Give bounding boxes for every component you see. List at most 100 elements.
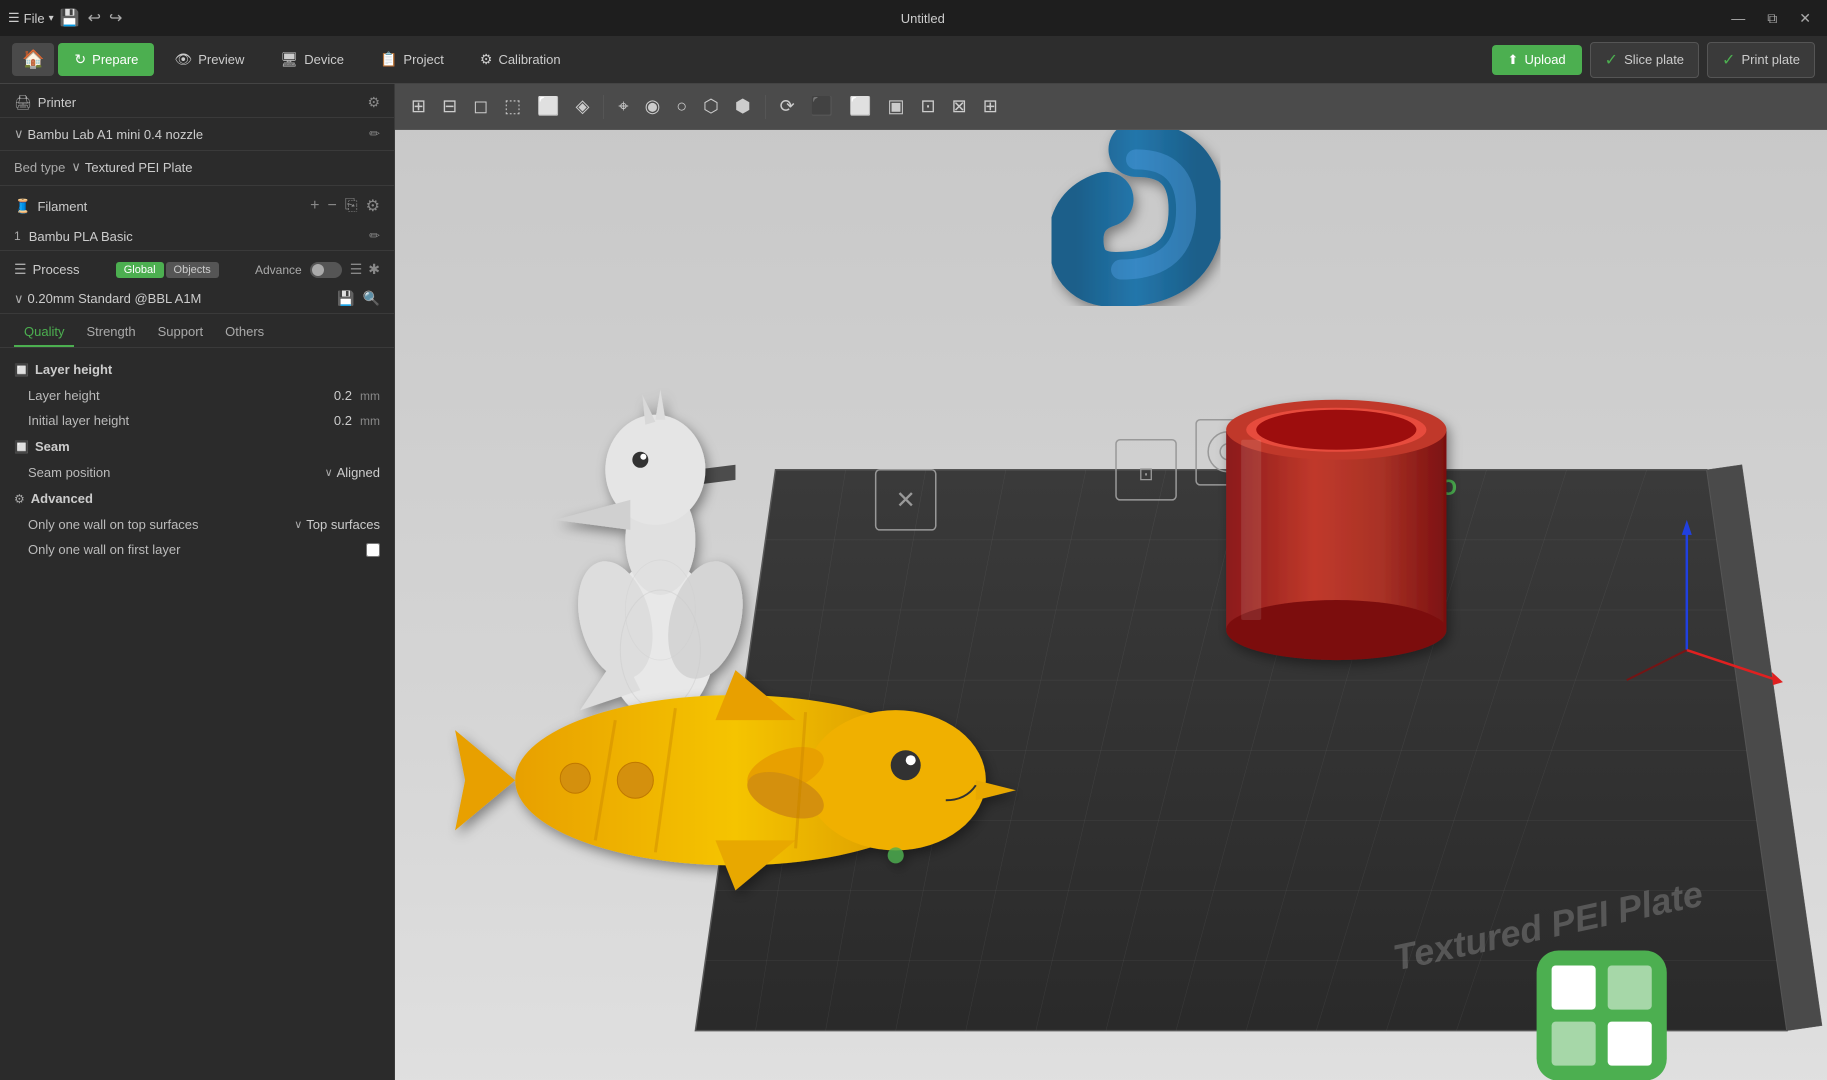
shape-btn3[interactable]: ⬜: [531, 92, 565, 121]
filament-copy-icon[interactable]: ⎘: [345, 197, 358, 215]
tab-project-label: Project: [403, 52, 443, 67]
view-btn4[interactable]: ▣: [882, 92, 911, 121]
close-button[interactable]: ✕: [1791, 10, 1819, 27]
view-btn5[interactable]: ⊡: [915, 92, 942, 121]
bed-type-row: Bed type ∨ Textured PEI Plate: [0, 151, 394, 186]
tab-support[interactable]: Support: [148, 318, 214, 347]
profile-name-value[interactable]: 0.20mm Standard @BBL A1M: [28, 291, 202, 306]
top-surfaces-label: Only one wall on top surfaces: [28, 517, 294, 532]
filament-edit-icon[interactable]: ✏: [369, 228, 380, 244]
shape-btn4[interactable]: ◈: [570, 92, 596, 121]
advance-toggle[interactable]: [310, 262, 342, 278]
tool-btn5[interactable]: ⬢: [729, 92, 757, 121]
toolbar-icons: 💾 ↩ ↪: [60, 8, 123, 28]
tab-others[interactable]: Others: [215, 318, 274, 347]
add-object-button[interactable]: ⊞: [405, 92, 432, 121]
print-plate-button[interactable]: ✓ Print plate: [1707, 42, 1815, 78]
seam-position-row: Seam position ∨ Aligned: [0, 460, 394, 485]
upload-button[interactable]: ⬆ Upload: [1492, 45, 1582, 75]
viewport: ⊞ ⊟ ◻ ⬚ ⬜ ◈ ⌖ ◉ ○ ⬡ ⬢ ⟳ ⬛ ⬜ ▣ ⊡ ⊠ ⊞: [395, 84, 1827, 1080]
process-badges: Global Objects: [116, 262, 219, 278]
layer-height-input[interactable]: [302, 388, 352, 403]
grid-button[interactable]: ⊟: [436, 92, 463, 121]
cylinder-object[interactable]: [1226, 400, 1446, 660]
shape-btn1[interactable]: ◻: [467, 92, 494, 121]
tab-project[interactable]: 📋 Project: [364, 43, 460, 76]
first-layer-checkbox[interactable]: [366, 543, 380, 557]
view-btn7[interactable]: ⊞: [977, 92, 1004, 121]
home-button[interactable]: 🏠: [12, 43, 54, 76]
nav-right-buttons: ⬆ Upload ✓ Slice plate ✓ Print plate: [1492, 42, 1815, 78]
slice-plate-button[interactable]: ✓ Slice plate: [1590, 42, 1699, 78]
minimize-button[interactable]: —: [1723, 10, 1753, 26]
file-menu-label: File: [24, 11, 45, 26]
redo-icon[interactable]: ↪: [109, 8, 122, 28]
filament-name[interactable]: Bambu PLA Basic: [29, 229, 361, 244]
layer-height-group[interactable]: 🔲 Layer height: [0, 356, 394, 383]
project-icon: 📋: [380, 51, 397, 68]
scene[interactable]: Textured PEI Plate LO ✕ ⊡: [395, 130, 1827, 1080]
tab-strength[interactable]: Strength: [76, 318, 145, 347]
view-btn6[interactable]: ⊠: [946, 92, 973, 121]
top-surfaces-row: Only one wall on top surfaces ∨ Top surf…: [0, 512, 394, 537]
filament-remove-icon[interactable]: −: [328, 197, 337, 215]
undo-icon[interactable]: ↩: [88, 8, 101, 28]
profile-name: ∨ 0.20mm Standard @BBL A1M: [14, 291, 201, 307]
process-list-icon[interactable]: ☰: [350, 261, 363, 278]
filament-icon: 🧵: [14, 198, 31, 215]
tab-quality[interactable]: Quality: [14, 318, 74, 347]
title-bar-left: ☰ File ▾ 💾 ↩ ↪: [8, 8, 122, 28]
tool-btn2[interactable]: ◉: [639, 92, 667, 121]
profile-search-icon[interactable]: 🔍: [363, 290, 380, 307]
advanced-label: Advanced: [31, 491, 93, 506]
filament-settings-icon[interactable]: ⚙: [366, 196, 380, 216]
toolbar-top: ⊞ ⊟ ◻ ⬚ ⬜ ◈ ⌖ ◉ ○ ⬡ ⬢ ⟳ ⬛ ⬜ ▣ ⊡ ⊠ ⊞: [395, 84, 1827, 130]
file-menu[interactable]: ☰ File ▾: [8, 10, 54, 26]
maximize-button[interactable]: ⧉: [1759, 10, 1785, 27]
process-title: ☰ Process: [14, 261, 80, 278]
window-controls: — ⧉ ✕: [1723, 10, 1819, 27]
tool-btn3[interactable]: ○: [670, 92, 693, 121]
process-section: ☰ Process Global Objects Advance ☰ ✱: [0, 251, 394, 314]
shape-btn2[interactable]: ⬚: [498, 92, 527, 121]
top-surfaces-value[interactable]: ∨ Top surfaces: [294, 517, 380, 532]
view-btn2[interactable]: ⬛: [805, 92, 839, 121]
device-icon: 🖥: [280, 51, 298, 68]
seam-position-name: Aligned: [337, 465, 380, 480]
tab-preview[interactable]: 👁 Preview: [158, 43, 260, 76]
tool-btn4[interactable]: ⬡: [697, 92, 725, 121]
initial-layer-height-unit: mm: [352, 414, 380, 428]
layer-height-param-label: Layer height: [28, 388, 302, 403]
seam-group[interactable]: 🔲 Seam: [0, 433, 394, 460]
calibration-icon: ⚙: [480, 51, 493, 68]
main-layout: 🖨 Printer ⚙ ∨ Bambu Lab A1 mini 0.4 nozz…: [0, 84, 1827, 1080]
printer-name-text: ∨ Bambu Lab A1 mini 0.4 nozzle: [14, 126, 203, 142]
tab-calibration[interactable]: ⚙ Calibration: [464, 43, 577, 76]
profile-save-icon[interactable]: 💾: [337, 290, 354, 307]
initial-layer-height-input[interactable]: [302, 413, 352, 428]
view-btn3[interactable]: ⬜: [843, 92, 877, 121]
seam-position-value[interactable]: ∨ Aligned: [325, 465, 380, 480]
filament-add-icon[interactable]: +: [310, 197, 319, 215]
tab-device[interactable]: 🖥 Device: [264, 43, 360, 76]
tab-prepare[interactable]: ↻ Prepare: [58, 43, 154, 76]
objects-badge[interactable]: Objects: [166, 262, 219, 278]
print-label: Print plate: [1741, 52, 1800, 67]
printer-settings-icon[interactable]: ⚙: [367, 94, 380, 111]
prepare-icon: ↻: [74, 51, 86, 68]
save-icon[interactable]: 💾: [60, 8, 80, 28]
advanced-group[interactable]: ⚙ Advanced: [0, 485, 394, 512]
tab-prepare-label: Prepare: [92, 52, 138, 67]
tool-btn1[interactable]: ⌖: [612, 92, 634, 121]
global-badge[interactable]: Global: [116, 262, 164, 278]
chevron-down-icon: ▾: [49, 13, 54, 24]
bed-type-name[interactable]: Textured PEI Plate: [85, 160, 193, 175]
profile-row: ∨ 0.20mm Standard @BBL A1M 💾 🔍: [0, 284, 394, 313]
printer-section-title: 🖨 Printer: [14, 94, 76, 111]
printer-edit-icon[interactable]: ✏: [369, 126, 380, 142]
filament-item: 1 Bambu PLA Basic ✏: [0, 222, 394, 250]
view-btn1[interactable]: ⟳: [774, 92, 801, 121]
quality-content: 🔲 Layer height Layer height mm Initial l…: [0, 348, 394, 570]
process-edit-icon[interactable]: ✱: [368, 261, 380, 278]
printer-name-value: Bambu Lab A1 mini 0.4 nozzle: [28, 127, 204, 142]
